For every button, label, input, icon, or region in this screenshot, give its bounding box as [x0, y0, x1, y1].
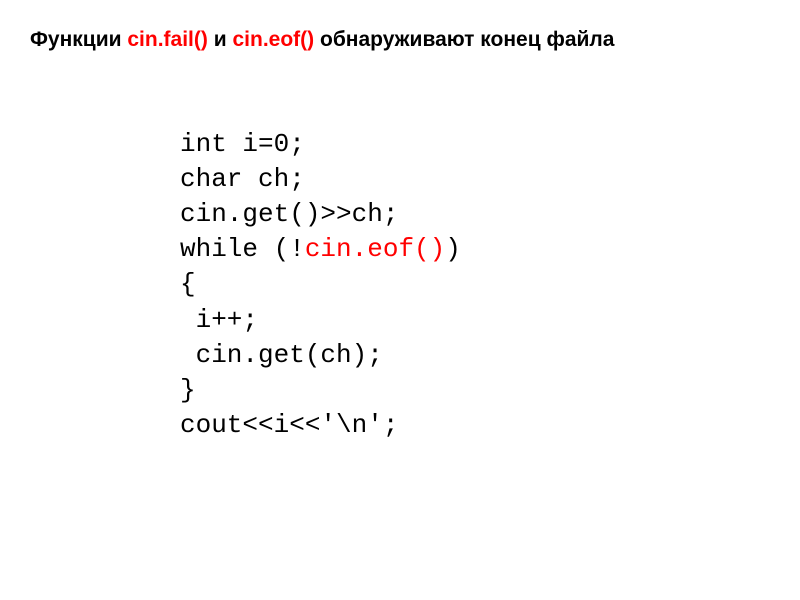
code-line-2: char ch; — [180, 164, 305, 194]
code-line-4-a: while (! — [180, 234, 305, 264]
code-line-4-c: ) — [445, 234, 461, 264]
heading-mid: и — [208, 28, 233, 51]
code-line-1: int i=0; — [180, 129, 305, 159]
heading-suffix: обнаруживают конец файла — [314, 28, 614, 51]
heading-func1: cin.fail() — [127, 28, 208, 51]
code-line-9: cout<<i<<'\n'; — [180, 410, 398, 440]
code-line-8: } — [180, 375, 196, 405]
code-line-4-b: cin.eof() — [305, 234, 445, 264]
code-line-5: { — [180, 269, 196, 299]
code-line-3: cin.get()>>ch; — [180, 199, 398, 229]
heading-prefix: Функции — [30, 28, 127, 51]
heading-func2: cin.eof() — [232, 28, 314, 51]
code-line-7: cin.get(ch); — [180, 340, 383, 370]
slide-heading: Функции cin.fail() и cin.eof() обнаружив… — [30, 28, 770, 52]
code-block: int i=0; char ch; cin.get()>>ch; while (… — [180, 92, 770, 443]
code-line-6: i++; — [180, 305, 258, 335]
